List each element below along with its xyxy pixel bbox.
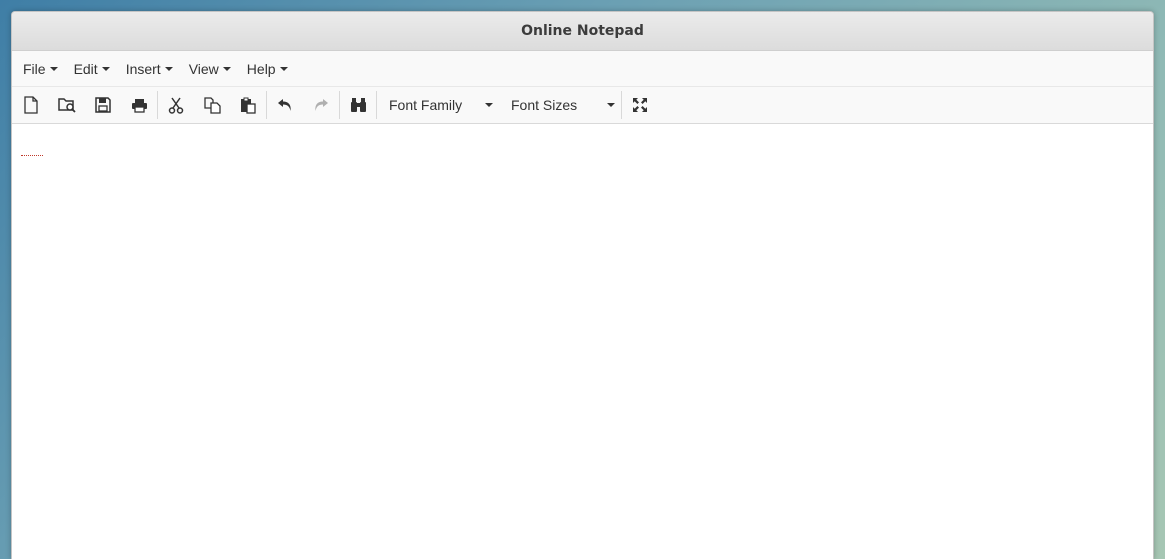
caret-down-icon xyxy=(164,66,173,71)
menu-file-label: File xyxy=(23,60,46,77)
binoculars-icon xyxy=(350,98,366,112)
font-family-label: Font Family xyxy=(389,97,463,113)
caret-down-icon xyxy=(101,66,110,71)
editor-area[interactable] xyxy=(12,124,1153,559)
paste-icon xyxy=(241,97,256,114)
menu-edit-label: Edit xyxy=(73,60,98,77)
menu-view-label: View xyxy=(188,60,219,77)
open-file-button[interactable] xyxy=(49,88,85,122)
caret-down-icon xyxy=(607,103,615,107)
caret-down-icon xyxy=(485,103,493,107)
font-family-select[interactable]: Font Family xyxy=(377,88,499,122)
cut-icon xyxy=(168,97,184,114)
caret-down-icon xyxy=(49,66,58,71)
save-button[interactable] xyxy=(85,88,121,122)
fullscreen-button[interactable] xyxy=(622,88,658,122)
menu-help[interactable]: Help xyxy=(239,51,296,86)
print-icon xyxy=(131,98,147,113)
save-icon xyxy=(95,97,111,113)
new-document-button[interactable] xyxy=(13,88,49,122)
menu-insert[interactable]: Insert xyxy=(118,51,181,86)
redo-button[interactable] xyxy=(303,88,339,122)
cut-button[interactable] xyxy=(158,88,194,122)
undo-button[interactable] xyxy=(267,88,303,122)
copy-icon xyxy=(203,96,221,114)
find-button[interactable] xyxy=(340,88,376,122)
new-document-icon xyxy=(24,96,38,114)
menu-file[interactable]: File xyxy=(15,51,66,86)
window-title: Online Notepad xyxy=(521,23,644,39)
print-button[interactable] xyxy=(121,88,157,122)
font-sizes-select[interactable]: Font Sizes xyxy=(499,88,621,122)
menu-insert-label: Insert xyxy=(125,60,161,77)
menu-bar: File Edit Insert View Help xyxy=(12,51,1153,87)
spellcheck-underline xyxy=(21,152,43,156)
fullscreen-icon xyxy=(633,98,647,112)
open-file-icon xyxy=(58,98,76,113)
copy-button[interactable] xyxy=(194,88,230,122)
paste-button[interactable] xyxy=(230,88,266,122)
caret-down-icon xyxy=(222,66,231,71)
toolbar: Font Family Font Sizes xyxy=(12,87,1153,124)
font-sizes-label: Font Sizes xyxy=(511,97,578,113)
caret-down-icon xyxy=(279,66,288,71)
menu-view[interactable]: View xyxy=(181,51,239,86)
app-window: Online Notepad File Edit Insert View Hel… xyxy=(11,11,1154,559)
undo-icon xyxy=(278,99,291,111)
redo-icon xyxy=(315,99,328,111)
menu-edit[interactable]: Edit xyxy=(66,51,118,86)
menu-help-label: Help xyxy=(246,60,276,77)
title-bar: Online Notepad xyxy=(12,12,1153,51)
